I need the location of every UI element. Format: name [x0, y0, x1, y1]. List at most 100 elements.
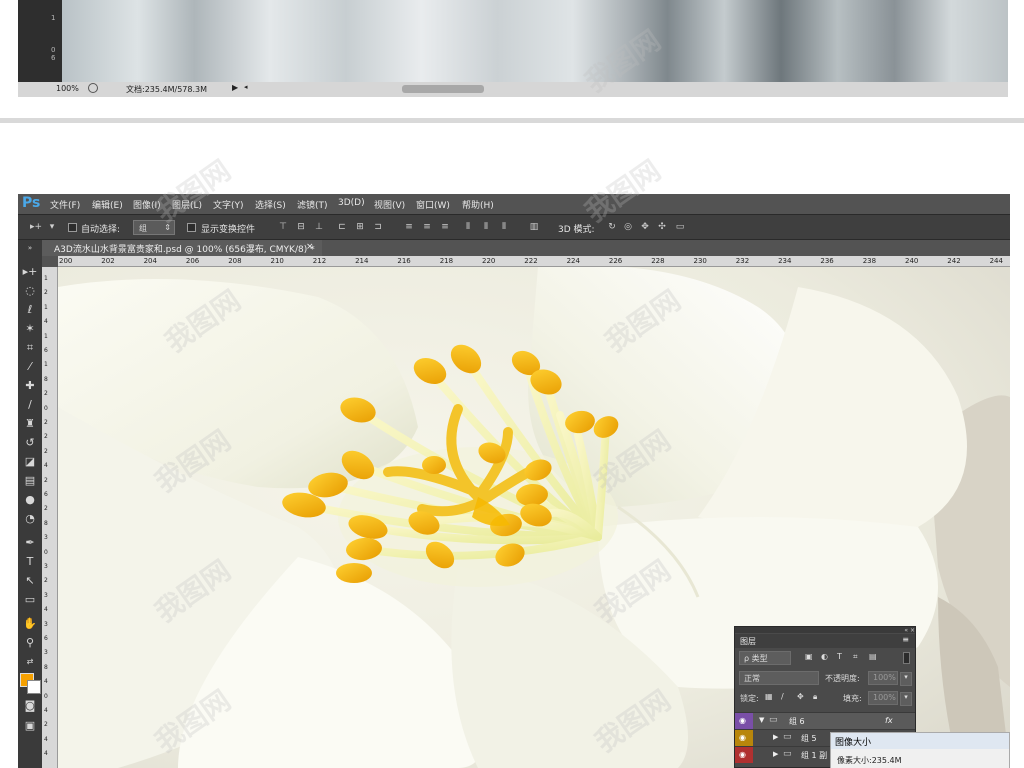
filter-type-icon[interactable]: T	[837, 652, 842, 661]
blend-mode-dropdown[interactable]: 正常	[739, 671, 819, 685]
filter-pixel-icon[interactable]: ▣	[805, 652, 813, 661]
3d-roll-icon[interactable]: ◎	[622, 221, 634, 233]
toolbox-collapse-icon[interactable]: »	[22, 240, 38, 252]
filter-kind-dropdown[interactable]: ρ 类型	[739, 651, 791, 665]
background-color-swatch[interactable]	[27, 680, 41, 694]
crop-tool-icon[interactable]: ⌗	[22, 340, 38, 356]
auto-select-checkbox[interactable]	[68, 223, 77, 232]
history-brush-tool-icon[interactable]: ↺	[22, 435, 38, 451]
3d-rotate-icon[interactable]: ↻	[606, 221, 618, 233]
lock-all-icon[interactable]: 🔒︎	[813, 692, 817, 702]
filter-shape-icon[interactable]: ⌗	[853, 652, 858, 662]
lasso-tool-icon[interactable]: ℓ	[22, 302, 38, 318]
ruler-tick-label: 222	[524, 257, 538, 265]
horizontal-scrollbar[interactable]	[402, 85, 484, 93]
menu-select[interactable]: 选择(S)	[255, 198, 286, 211]
auto-align-icon[interactable]: ▥	[528, 221, 540, 233]
dialog-title-bar[interactable]: 图像大小	[831, 733, 1009, 749]
brush-tool-icon[interactable]: /	[22, 397, 38, 413]
menu-3d[interactable]: 3D(D)	[338, 198, 365, 208]
expand-arrow-icon[interactable]: ▶	[773, 750, 778, 758]
distribute-bottom-icon[interactable]: ≡	[439, 221, 451, 233]
eraser-tool-icon[interactable]: ◪	[22, 454, 38, 470]
rectangle-tool-icon[interactable]: ▭	[22, 592, 38, 608]
filter-adjustment-icon[interactable]: ◐	[821, 652, 828, 661]
swap-colors-icon[interactable]: ⇄	[22, 654, 38, 666]
distribute-top-icon[interactable]: ≡	[403, 221, 415, 233]
menu-view[interactable]: 视图(V)	[374, 198, 405, 211]
eyedropper-tool-icon[interactable]: ⁄	[22, 359, 38, 375]
align-left-icon[interactable]: ⊏	[336, 221, 348, 233]
horizontal-ruler: 200 202 204 206 208 210 212 214 216 218 220 222 224 2…	[58, 256, 1010, 267]
3d-scale-icon[interactable]: ▭	[674, 221, 686, 233]
gradient-tool-icon[interactable]: ▤	[22, 473, 38, 489]
distribute-right-icon[interactable]: ⫴	[498, 221, 510, 233]
menu-layer[interactable]: 图层(L)	[172, 198, 202, 211]
quick-mask-icon[interactable]: ◙	[22, 698, 38, 714]
distribute-vcenter-icon[interactable]: ≡	[421, 221, 433, 233]
opacity-dropdown-icon[interactable]: ▾	[900, 672, 912, 686]
clone-stamp-tool-icon[interactable]: ♜	[22, 416, 38, 432]
ruler-tick-label: 3	[44, 534, 48, 542]
fill-dropdown-icon[interactable]: ▾	[900, 692, 912, 706]
distribute-hcenter-icon[interactable]: ⫴	[480, 221, 492, 233]
menu-edit[interactable]: 编辑(E)	[92, 198, 123, 211]
screen-mode-icon[interactable]: ▣	[22, 718, 38, 734]
menu-filter[interactable]: 滤镜(T)	[297, 198, 328, 211]
move-tool-icon[interactable]: ▸+	[28, 221, 44, 233]
panel-menu-icon[interactable]: ≡	[902, 635, 909, 644]
layer-filter-row: ρ 类型 ▣ ◐ T ⌗ ▤	[735, 649, 915, 668]
blur-tool-icon[interactable]: ●	[22, 492, 38, 508]
opacity-field[interactable]: 100%	[868, 671, 898, 685]
3d-slide-icon[interactable]: ✣	[656, 221, 668, 233]
status-menu-icon[interactable]	[88, 83, 98, 93]
fx-icon[interactable]: fx	[885, 716, 893, 725]
menu-image[interactable]: 图像(I)	[133, 198, 161, 211]
healing-brush-tool-icon[interactable]: ✚	[22, 378, 38, 394]
align-top-icon[interactable]: ⊤	[277, 221, 289, 233]
lock-transparency-icon[interactable]: ▦	[765, 692, 773, 701]
auto-select-dropdown[interactable]: 组 ⇕	[133, 220, 175, 235]
menu-help[interactable]: 帮助(H)	[462, 198, 494, 211]
eye-icon[interactable]: ◉	[739, 716, 746, 725]
tab-layers[interactable]: 图层 ≡	[735, 634, 915, 648]
hand-tool-icon[interactable]: ✋	[22, 616, 38, 632]
play-arrow-icon[interactable]: ▶	[232, 83, 238, 92]
ruler-tick-label: 204	[143, 257, 157, 265]
zoom-level[interactable]: 100%	[56, 84, 79, 93]
lock-position-icon[interactable]: ✥	[797, 692, 804, 701]
tool-preset-dropdown-icon[interactable]: ▾	[48, 221, 56, 233]
filter-toggle[interactable]	[903, 652, 910, 664]
3d-pan-icon[interactable]: ✥	[639, 221, 651, 233]
doc-info: 文档:235.4M/578.3M	[126, 85, 207, 94]
menu-type[interactable]: 文字(Y)	[213, 198, 244, 211]
eye-icon[interactable]: ◉	[739, 750, 746, 759]
expand-arrow-icon[interactable]: ▶	[773, 733, 778, 741]
filter-smart-object-icon[interactable]: ▤	[869, 652, 877, 661]
quick-select-tool-icon[interactable]: ✶	[22, 321, 38, 337]
type-tool-icon[interactable]: T	[22, 554, 38, 570]
move-tool-icon[interactable]: ▸+	[22, 264, 38, 280]
lock-pixels-icon[interactable]: /	[781, 692, 784, 701]
align-bottom-icon[interactable]: ⊥	[313, 221, 325, 233]
scroll-left-icon[interactable]: ◂	[244, 83, 248, 91]
document-tab[interactable]: A3D流水山水背景富贵家和.psd @ 100% (656瀑布, CMYK/8)…	[42, 240, 322, 256]
layer-row[interactable]: ◉ ▼ ▭ 组 6 fx	[735, 712, 915, 729]
zoom-tool-icon[interactable]: ⚲	[22, 635, 38, 651]
panel-controls[interactable]: « ×	[735, 627, 915, 634]
align-right-icon[interactable]: ⊐	[372, 221, 384, 233]
close-tab-icon[interactable]: ×	[306, 242, 314, 252]
pen-tool-icon[interactable]: ✒	[22, 535, 38, 551]
marquee-tool-icon[interactable]: ◌	[22, 283, 38, 299]
dodge-tool-icon[interactable]: ◔	[22, 511, 38, 527]
distribute-left-icon[interactable]: ⫴	[462, 221, 474, 233]
path-select-tool-icon[interactable]: ↖	[22, 573, 38, 589]
menu-window[interactable]: 窗口(W)	[416, 198, 450, 211]
fill-field[interactable]: 100%	[868, 691, 898, 705]
align-hcenter-icon[interactable]: ⊞	[354, 221, 366, 233]
eye-icon[interactable]: ◉	[739, 733, 746, 742]
menu-file[interactable]: 文件(F)	[50, 198, 80, 211]
collapse-arrow-icon[interactable]: ▼	[759, 716, 764, 724]
align-vcenter-icon[interactable]: ⊟	[295, 221, 307, 233]
show-transform-checkbox[interactable]	[187, 223, 196, 232]
